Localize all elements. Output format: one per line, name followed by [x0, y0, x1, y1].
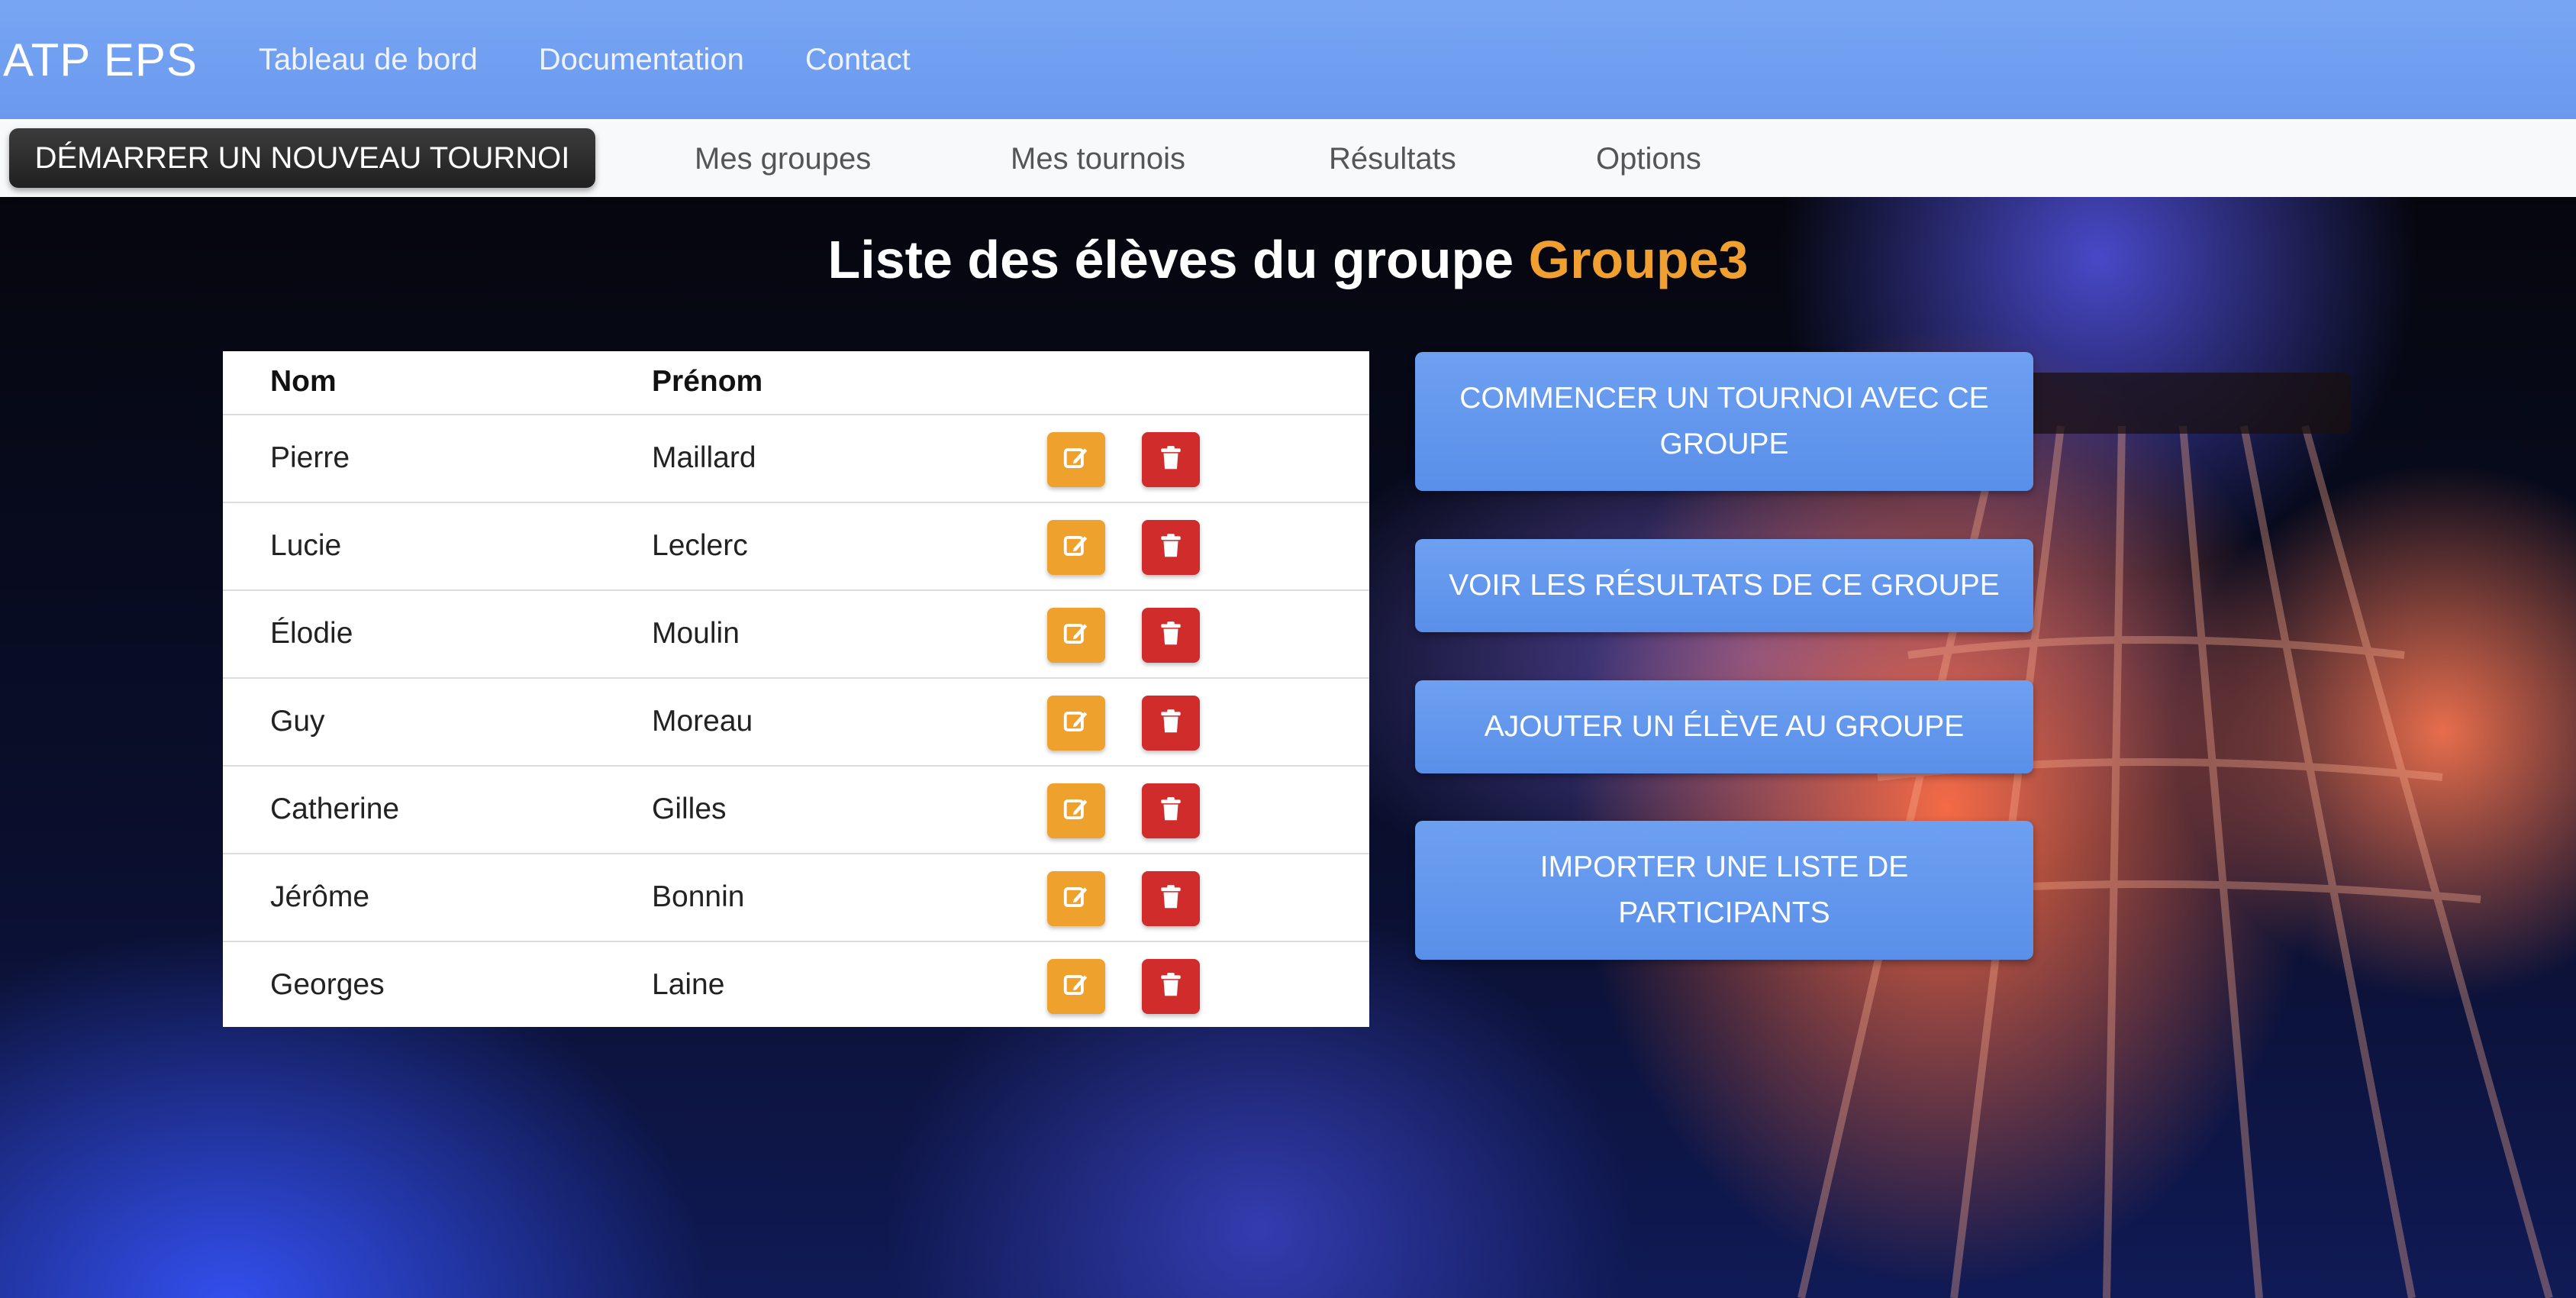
table-row: Pierre Maillard: [223, 415, 1369, 503]
trash-icon: [1156, 970, 1185, 1003]
add-student-button[interactable]: AJOUTER UN ÉLÈVE AU GROUPE: [1415, 680, 2033, 773]
subnav-item-options[interactable]: Options: [1596, 142, 1701, 176]
pencil-square-icon: [1062, 531, 1091, 564]
table-body: Pierre Maillard Lucie Leclerc Élodie Moulin Gu…: [223, 415, 1369, 1028]
table-row: Jérôme Bonnin: [223, 854, 1369, 942]
trash-icon: [1156, 795, 1185, 828]
cell-nom: Catherine: [270, 793, 400, 825]
edit-student-button[interactable]: [1047, 608, 1105, 663]
trash-icon: [1156, 619, 1185, 652]
delete-student-button[interactable]: [1142, 432, 1200, 487]
delete-student-button[interactable]: [1142, 696, 1200, 751]
subnav-item-my-groups[interactable]: Mes groupes: [695, 142, 871, 176]
table-row: Guy Moreau: [223, 679, 1369, 767]
table-header: Nom Prénom: [223, 351, 1369, 415]
pencil-square-icon: [1062, 795, 1091, 828]
pencil-square-icon: [1062, 883, 1091, 915]
column-header-prenom: Prénom: [652, 365, 763, 398]
table-row: Élodie Moulin: [223, 591, 1369, 679]
table-row: Catherine Gilles: [223, 767, 1369, 854]
cell-prenom: Leclerc: [652, 529, 748, 562]
edit-student-button[interactable]: [1047, 959, 1105, 1014]
trash-icon: [1156, 531, 1185, 564]
delete-student-button[interactable]: [1142, 520, 1200, 575]
delete-student-button[interactable]: [1142, 871, 1200, 926]
cell-nom: Guy: [270, 705, 325, 738]
cell-nom: Lucie: [270, 529, 342, 562]
pencil-square-icon: [1062, 707, 1091, 740]
page-title-prefix: Liste des élèves du groupe: [827, 230, 1529, 289]
cell-prenom: Laine: [652, 968, 725, 1001]
trash-icon: [1156, 707, 1185, 740]
cell-nom: Georges: [270, 968, 385, 1001]
delete-student-button[interactable]: [1142, 783, 1200, 838]
edit-student-button[interactable]: [1047, 783, 1105, 838]
cell-prenom: Maillard: [652, 441, 756, 474]
trash-icon: [1156, 883, 1185, 915]
pencil-square-icon: [1062, 970, 1091, 1003]
sub-navbar: DÉMARRER UN NOUVEAU TOURNOI Mes groupes …: [0, 119, 2576, 197]
edit-student-button[interactable]: [1047, 696, 1105, 751]
nav-link-documentation[interactable]: Documentation: [539, 43, 744, 77]
nav-link-dashboard[interactable]: Tableau de bord: [259, 43, 478, 77]
cell-prenom: Bonnin: [652, 880, 745, 913]
edit-student-button[interactable]: [1047, 871, 1105, 926]
cell-prenom: Moreau: [652, 705, 753, 738]
brand-logo[interactable]: ATP EPS: [3, 34, 198, 86]
column-header-nom: Nom: [270, 365, 337, 398]
page-title: Liste des élèves du groupe Groupe3: [0, 229, 2576, 290]
cell-nom: Jérôme: [270, 880, 370, 913]
cell-nom: Élodie: [270, 617, 353, 650]
delete-student-button[interactable]: [1142, 608, 1200, 663]
edit-student-button[interactable]: [1047, 432, 1105, 487]
subnav-item-results[interactable]: Résultats: [1329, 142, 1456, 176]
table-row: Georges Laine: [223, 942, 1369, 1028]
start-new-tournament-button[interactable]: DÉMARRER UN NOUVEAU TOURNOI: [9, 128, 595, 188]
edit-student-button[interactable]: [1047, 520, 1105, 575]
delete-student-button[interactable]: [1142, 959, 1200, 1014]
pencil-square-icon: [1062, 444, 1091, 476]
view-group-results-button[interactable]: VOIR LES RÉSULTATS DE CE GROUPE: [1415, 539, 2033, 632]
group-name: Groupe3: [1528, 230, 1749, 289]
pencil-square-icon: [1062, 619, 1091, 652]
table-row: Lucie Leclerc: [223, 503, 1369, 591]
students-table: Nom Prénom Pierre Maillard Lucie Leclerc Élo…: [223, 351, 1369, 1027]
trash-icon: [1156, 444, 1185, 476]
subnav-item-my-tournaments[interactable]: Mes tournois: [1011, 142, 1185, 176]
cell-prenom: Moulin: [652, 617, 740, 650]
top-navbar: ATP EPS Tableau de bord Documentation Co…: [0, 0, 2576, 119]
cell-nom: Pierre: [270, 441, 350, 474]
nav-link-contact[interactable]: Contact: [805, 43, 911, 77]
cell-prenom: Gilles: [652, 793, 727, 825]
import-participants-button[interactable]: IMPORTER UNE LISTE DE PARTICIPANTS: [1415, 821, 2033, 960]
start-tournament-with-group-button[interactable]: COMMENCER UN TOURNOI AVEC CE GROUPE: [1415, 352, 2033, 491]
